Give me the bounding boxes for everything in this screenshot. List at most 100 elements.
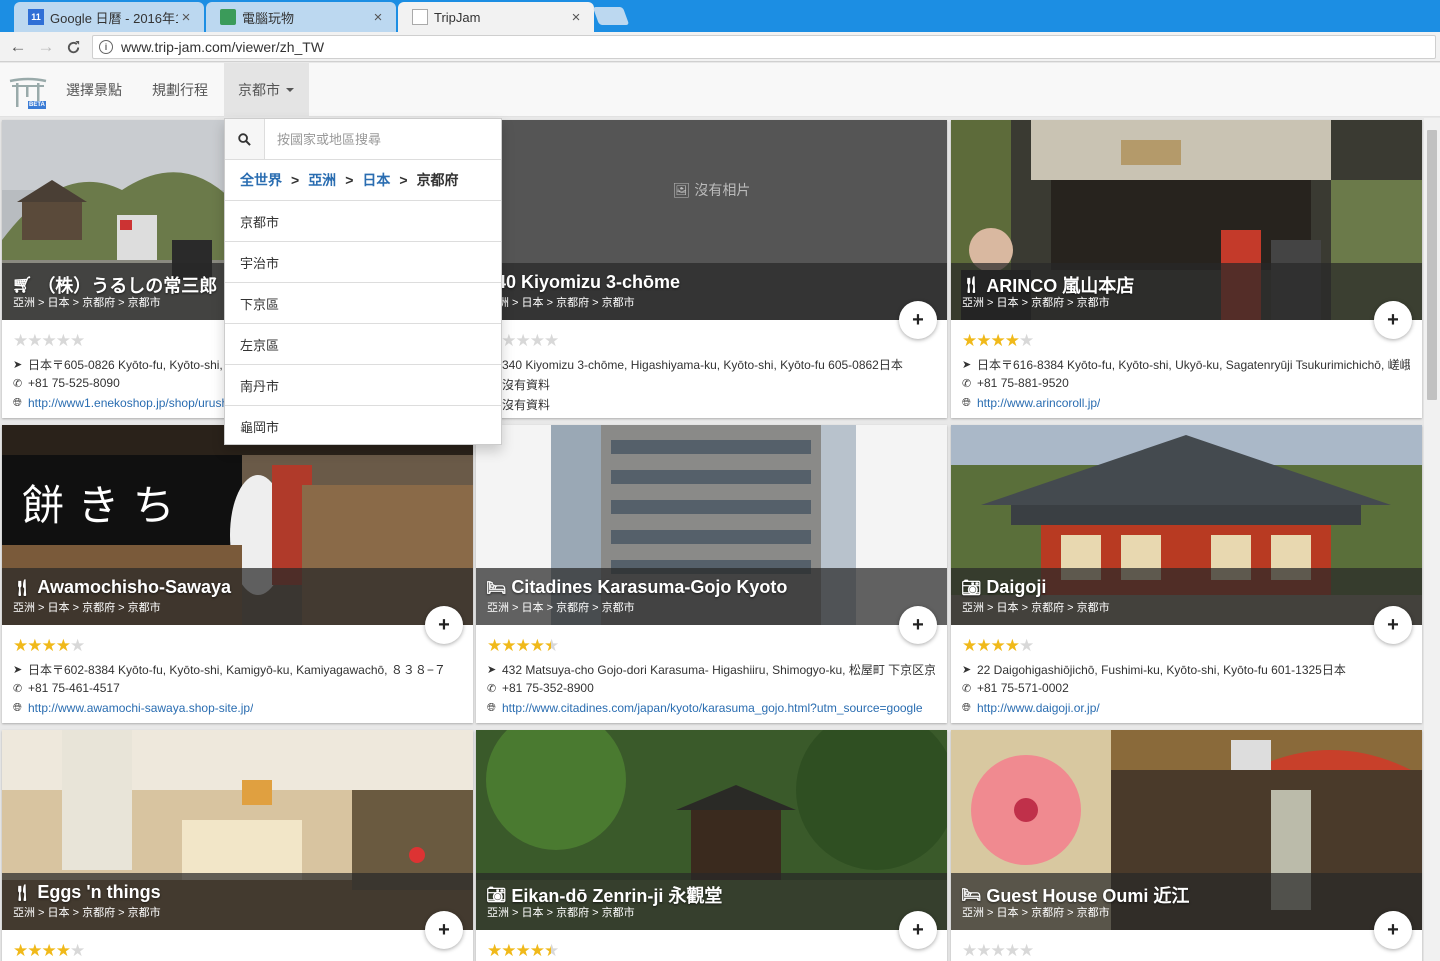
calendar-favicon-icon: 11 [28,9,44,25]
tripjam-logo-icon[interactable]: BETA [8,77,48,109]
spot-location-path: 亞洲 > 日本 > 京都府 > 京都市 [487,602,635,614]
star-icon: ★ [544,941,559,960]
star-icon: ★ [515,941,531,960]
star-icon: ★ [962,636,977,655]
region-item-kyoto-city[interactable]: 京都市 [225,201,501,242]
location-arrow-icon: ➤ [962,664,972,676]
star-icon: ★ [515,636,531,655]
spot-phone: ✆ +81 75-461-4517 [13,681,120,695]
scrollbar-thumb[interactable] [1427,130,1437,400]
image-icon: 🖼︎ [672,181,691,198]
star-icon: ★ [55,941,71,960]
add-spot-button[interactable]: + [899,911,937,949]
region-item-shimogyo[interactable]: 下京區 [225,283,501,324]
reload-icon[interactable] [63,37,83,57]
info-icon[interactable]: i [99,40,113,54]
star-icon: ★ [990,941,1006,960]
spot-card[interactable]: 🛏︎ Guest House Oumi 近江 亞洲 > 日本 > 京都府 > 京都… [951,730,1422,961]
spot-address: ➤ 22 Daigohigashiōjichō, Fushimi-ku, Kyōt… [962,663,1346,677]
close-icon[interactable]: × [370,9,386,26]
close-icon[interactable]: × [568,9,584,26]
spot-phone: ✆ +81 75-571-0002 [962,681,1069,695]
page-favicon-icon [412,9,428,25]
breadcrumb-world[interactable]: 全世界 [240,170,282,190]
browser-tab-google-calendar[interactable]: 11 Google 日曆 - 2016年12 × [14,2,204,32]
star-icon: ★ [27,636,42,655]
site-navbar: BETA 選擇景點 規劃行程 京都市 [0,63,1440,117]
spot-address: ➤ 432 Matsuya-cho Gojo-dori Karasuma- Hig… [487,663,935,677]
url-field[interactable]: i www.trip-jam.com/viewer/zh_TW [92,35,1436,59]
globe-icon: 🌐︎ [962,701,971,714]
region-search [225,119,501,160]
nav-select-spots[interactable]: 選擇景點 [52,63,136,117]
add-spot-button[interactable]: + [1374,911,1412,949]
spot-location-path: 亞洲 > 日本 > 京都府 > 京都市 [13,602,161,614]
caret-down-icon [286,88,294,92]
add-spot-button[interactable]: + [899,606,937,644]
address-bar: ← → i www.trip-jam.com/viewer/zh_TW [0,32,1440,62]
phone-icon: ✆ [962,377,972,390]
back-arrow-icon[interactable]: ← [8,37,28,57]
breadcrumb-japan[interactable]: 日本 [362,170,390,190]
add-spot-button[interactable]: + [1374,301,1412,339]
spot-location-path: 亞洲 > 日本 > 京都府 > 京都市 [487,297,635,309]
region-item-sakyo[interactable]: 左京區 [225,324,501,365]
spot-card[interactable]: 🛏︎ Citadines Karasuma-Gojo Kyoto 亞洲 > 日本 … [476,425,947,723]
spot-phone: ✆沒有資料 [487,376,935,393]
nav-city-dropdown[interactable]: 京都市 [224,63,309,117]
spot-location-path: 亞洲 > 日本 > 京都府 > 京都市 [962,907,1110,919]
breadcrumb-asia[interactable]: 亞洲 [308,170,336,190]
spot-website[interactable]: 🌐︎ http://www.citadines.com/japan/kyoto/k… [487,701,935,715]
star-icon: ★ [990,331,1006,350]
spot-card[interactable]: 📷︎ Daigoji 亞洲 > 日本 > 京都府 > 京都市 + ★★★★★ ➤ 2… [951,425,1422,723]
region-item-uji[interactable]: 宇治市 [225,242,501,283]
search-icon[interactable] [225,119,265,159]
star-icon: ★ [962,331,977,350]
star-icon: ★ [13,636,28,655]
spot-address: ➤ 日本〒602-8384 Kyōto-fu, Kyōto-shi, Kamigy… [13,663,446,677]
svg-text:餅 き ち: 餅 き ち [22,481,175,530]
rating-stars: ★★★★★ [962,636,1034,656]
spot-card[interactable]: 🖼︎ 沒有相片 340 Kiyomizu 3-chōme 亞洲 > 日本 > 京都… [476,120,947,418]
add-spot-button[interactable]: + [899,301,937,339]
star-icon: ★ [55,331,71,350]
globe-icon: 🌐︎ [13,396,22,409]
forward-arrow-icon[interactable]: → [36,37,56,57]
region-search-input[interactable] [265,119,501,159]
spot-website[interactable]: 🌐︎ http://www.arincoroll.jp/ [962,396,1410,410]
spot-title: 📷︎ Daigoji [961,577,1047,597]
browser-tab-computer-toys[interactable]: 電腦玩物 × [206,2,396,32]
spot-phone: ✆ +81 75-881-9520 [962,376,1069,390]
star-icon: ★ [501,941,516,960]
star-icon: ★ [70,331,85,350]
add-spot-button[interactable]: + [425,911,463,949]
spot-title: 🛏︎ Citadines Karasuma-Gojo Kyoto [486,577,788,597]
star-icon: ★ [501,636,516,655]
spot-location-path: 亞洲 > 日本 > 京都府 > 京都市 [13,297,161,309]
close-icon[interactable]: × [178,9,194,26]
new-tab-button[interactable] [592,7,630,25]
spot-location-path: 亞洲 > 日本 > 京都府 > 京都市 [962,602,1110,614]
spot-card[interactable]: 📷︎ Eikan-dō Zenrin-ji 永觀堂 亞洲 > 日本 > 京都府 >… [476,730,947,961]
spot-card[interactable]: 🍴︎ ARINCO 嵐山本店 亞洲 > 日本 > 京都府 > 京都市 + ★★★★… [951,120,1422,418]
region-item-kameoka[interactable]: 龜岡市 [225,406,501,447]
spot-website[interactable]: 🌐︎ http://www.daigoji.or.jp/ [962,701,1410,715]
region-item-nantan[interactable]: 南丹市 [225,365,501,406]
spot-card[interactable]: 餅 き ち 🍴︎ Awamochisho-Sawaya 亞洲 > 日本 > 京都府… [2,425,473,723]
spot-location-path: 亞洲 > 日本 > 京都府 > 京都市 [13,907,161,919]
browser-tab-tripjam[interactable]: TripJam × [398,2,594,32]
spot-address: ➤340 Kiyomizu 3-chōme, Higashiyama-ku, K… [487,356,935,373]
tab-title: TripJam [434,9,481,25]
nav-plan-trip[interactable]: 規劃行程 [138,63,222,117]
phone-icon: ✆ [13,682,23,695]
fork-icon: 🍴︎ [12,884,33,902]
add-spot-button[interactable]: + [1374,606,1412,644]
add-spot-button[interactable]: + [425,606,463,644]
browser-tab-bar: 11 Google 日曆 - 2016年12 × 電腦玩物 × TripJam … [0,0,1440,32]
spot-title: 🍴︎ Eggs 'n things [12,882,161,902]
phone-icon: ✆ [13,377,23,390]
tab-title: Google 日曆 - 2016年12 [50,10,178,26]
spot-website[interactable]: 🌐︎ http://www.awamochi-sawaya.shop-site.j… [13,701,461,715]
spot-card[interactable]: 🍴︎ Eggs 'n things 亞洲 > 日本 > 京都府 > 京都市 + ★… [2,730,473,961]
star-icon: ★ [27,331,42,350]
